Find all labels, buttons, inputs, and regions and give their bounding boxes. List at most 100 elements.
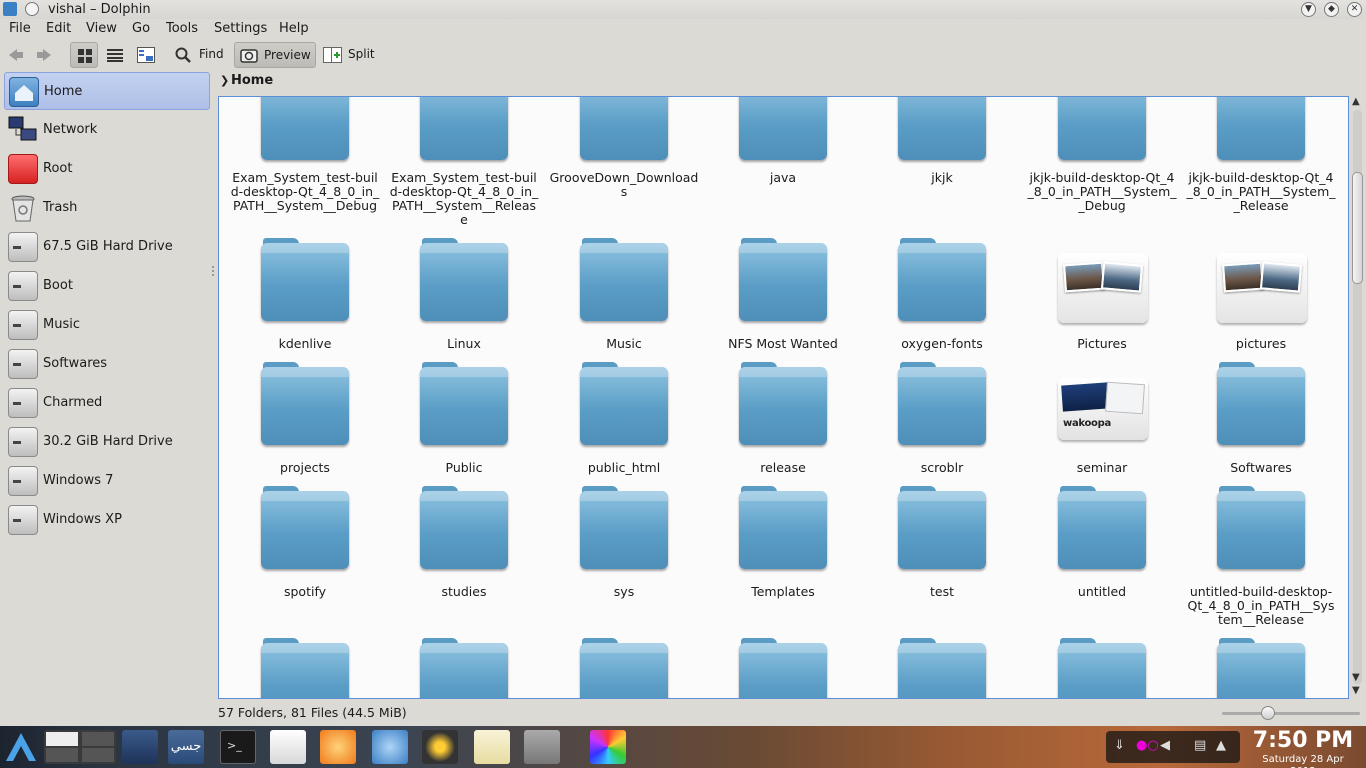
up-arrow-icon[interactable]: ▲: [1216, 738, 1226, 753]
breadcrumb: ❯ Home: [218, 70, 1348, 94]
clock[interactable]: 7:50 PM Saturday 28 Apr 2012: [1248, 728, 1358, 768]
place-music[interactable]: Music: [4, 306, 210, 344]
tray-rings-icon[interactable]: ●○: [1136, 738, 1159, 753]
preview-button[interactable]: Preview: [234, 42, 316, 68]
place-root[interactable]: Root: [4, 150, 210, 188]
menu-tools[interactable]: Tools: [166, 21, 198, 36]
folder-icon: [580, 486, 668, 569]
terminal-icon[interactable]: >_: [220, 730, 256, 764]
place-windows-xp[interactable]: Windows XP: [4, 501, 210, 539]
forward-button[interactable]: [34, 42, 54, 68]
hard-drive-icon: [8, 388, 38, 418]
seminar-preview-brand: wakoopa: [1063, 418, 1111, 429]
file-name: kdenlive: [278, 336, 332, 351]
folder-icon: [1058, 486, 1146, 569]
split-label: Split: [348, 47, 375, 61]
breadcrumb-home[interactable]: Home: [231, 73, 273, 88]
eye-app-icon[interactable]: [422, 730, 458, 764]
zoom-slider-handle[interactable]: [1260, 706, 1275, 720]
file-name: jkjk-build-desktop-Qt_4_8_0_in_PATH__Sys…: [1186, 170, 1336, 213]
place-network[interactable]: Network: [4, 111, 210, 149]
menu-file[interactable]: File: [9, 21, 31, 36]
file-manager-icon[interactable]: [270, 730, 306, 764]
folder-icon: [420, 97, 508, 160]
dolphin-app-icon[interactable]: [3, 2, 17, 16]
toolbar: Find Preview Split: [0, 40, 1366, 70]
folder-icon: [898, 638, 986, 698]
close-button[interactable]: ✕: [1347, 2, 1362, 17]
network-tool-icon[interactable]: [372, 730, 408, 764]
hard-drive-icon: [8, 466, 38, 496]
zoom-slider[interactable]: [1222, 712, 1360, 715]
details-view-button[interactable]: [102, 42, 128, 68]
status-bar: 57 Folders, 81 Files (44.5 MiB): [0, 700, 1366, 726]
vertical-scrollbar[interactable]: ▲ ▼ ▼: [1350, 96, 1364, 699]
menu-view[interactable]: View: [86, 21, 117, 36]
file-name: sys: [613, 584, 635, 599]
folder-icon: [420, 362, 508, 445]
folder-icon: [261, 362, 349, 445]
kde-launcher-icon[interactable]: [2, 730, 40, 764]
file-name: Linux: [447, 336, 481, 351]
folder-icon: [580, 638, 668, 698]
folder-icon: [739, 97, 827, 160]
place-windows-7[interactable]: Windows 7: [4, 462, 210, 500]
file-name: Softwares: [1230, 460, 1292, 475]
desktop-pager-icon[interactable]: [44, 730, 116, 764]
network-icon: [8, 115, 38, 145]
menu-help[interactable]: Help: [279, 21, 309, 36]
menu-edit[interactable]: Edit: [46, 21, 71, 36]
find-button[interactable]: Find: [170, 42, 226, 68]
scroll-down-icon[interactable]: ▼: [1352, 685, 1360, 696]
android-icon[interactable]: ▤: [1194, 738, 1206, 753]
file-name: Public: [445, 460, 483, 475]
pin-icon[interactable]: [25, 2, 39, 16]
panel-splitter[interactable]: [212, 266, 215, 276]
scroll-down-icon[interactable]: ▼: [1352, 672, 1360, 683]
drop-icon[interactable]: [524, 730, 560, 764]
place-30-2-gib-hard-drive[interactable]: 30.2 GiB Hard Drive: [4, 423, 210, 461]
file-name: NFS Most Wanted: [728, 336, 838, 351]
place-boot[interactable]: Boot: [4, 267, 210, 305]
folder-icon: [261, 486, 349, 569]
scroll-thumb[interactable]: [1352, 172, 1363, 284]
file-name: Templates: [751, 584, 815, 599]
arabic-keyboard-icon[interactable]: جسي: [168, 730, 204, 764]
bright-app-icon[interactable]: [320, 730, 356, 764]
expand-tray-icon[interactable]: ⇓: [1114, 738, 1125, 753]
columns-view-button[interactable]: [133, 42, 159, 68]
color-app-icon[interactable]: [590, 730, 626, 764]
minimize-button[interactable]: ▼: [1301, 2, 1316, 17]
menu-bar: File Edit View Go Tools Settings Help: [0, 19, 1366, 40]
file-view[interactable]: Exam_System_test-build-desktop-Qt_4_8_0_…: [218, 96, 1349, 699]
back-button[interactable]: [6, 42, 26, 68]
place-home[interactable]: Home: [4, 72, 210, 110]
folder-icon: [261, 238, 349, 321]
place-softwares[interactable]: Softwares: [4, 345, 210, 383]
split-view-icon: [323, 47, 342, 63]
text-editor-icon[interactable]: [474, 730, 510, 764]
hard-drive-icon: [8, 232, 38, 262]
place-trash[interactable]: Trash: [4, 189, 210, 227]
pen-tablet-icon[interactable]: [122, 730, 158, 764]
place-charmed[interactable]: Charmed: [4, 384, 210, 422]
folder-icon: [739, 486, 827, 569]
hard-drive-icon: [8, 505, 38, 535]
status-summary: 57 Folders, 81 Files (44.5 MiB): [218, 705, 407, 720]
file-name: pictures: [1235, 336, 1287, 351]
maximize-button[interactable]: ◆: [1324, 2, 1339, 17]
icons-view-button[interactable]: [70, 42, 98, 68]
menu-settings[interactable]: Settings: [214, 21, 267, 36]
scroll-up-icon[interactable]: ▲: [1352, 96, 1360, 107]
chevron-right-icon[interactable]: ❯: [220, 74, 229, 87]
menu-go[interactable]: Go: [132, 21, 150, 36]
pictures-folder-icon: [1058, 253, 1148, 323]
folder-icon: [898, 238, 986, 321]
taskbar: جسي >_ ⇓ ●○ ◀ ▤ ▲ 7:50 PM Saturday 28 Ap…: [0, 726, 1366, 768]
volume-icon[interactable]: ◀: [1160, 738, 1170, 753]
file-name: oxygen-fonts: [901, 336, 983, 351]
split-button[interactable]: Split: [320, 42, 378, 68]
place-67-5-gib-hard-drive[interactable]: 67.5 GiB Hard Drive: [4, 228, 210, 266]
root-folder-icon: [8, 154, 38, 184]
window-title: vishal – Dolphin: [48, 2, 151, 17]
